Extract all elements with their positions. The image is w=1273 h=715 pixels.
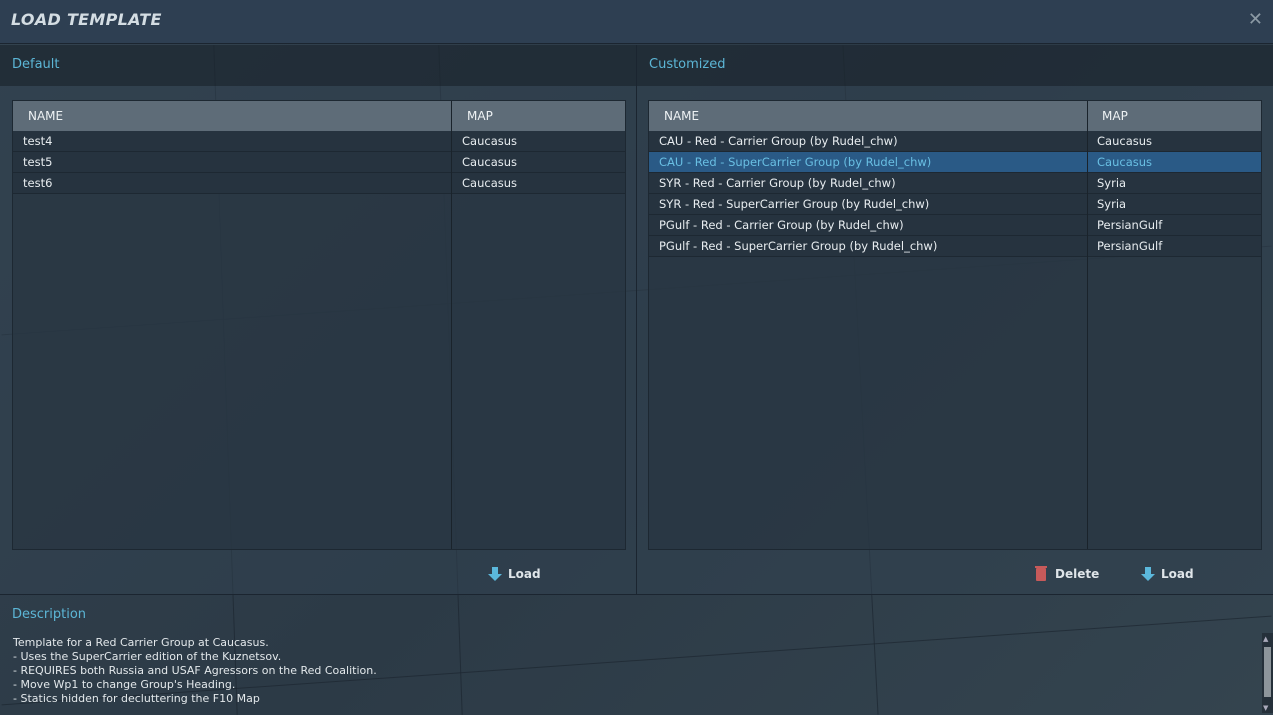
cell-name: CAU - Red - Carrier Group (by Rudel_chw) <box>659 134 898 148</box>
cell-map: Caucasus <box>462 134 518 148</box>
column-divider <box>451 101 452 549</box>
load-label: Load <box>1161 567 1194 581</box>
cell-map: PersianGulf <box>1097 239 1163 253</box>
description-header: Description <box>0 594 1273 634</box>
delete-label: Delete <box>1055 567 1100 581</box>
default-table: NAME MAP test4 Caucasus test5 Caucasus test6… <box>12 100 626 550</box>
customized-load-button[interactable]: Load <box>1141 565 1194 583</box>
cell-name: PGulf - Red - Carrier Group (by Rudel_ch… <box>659 218 904 232</box>
table-row[interactable]: PGulf - Red - SuperCarrier Group (by Rud… <box>649 236 1261 257</box>
close-icon[interactable]: ✕ <box>1248 9 1263 30</box>
description-label: Description <box>12 607 87 622</box>
default-load-button[interactable]: Load <box>488 565 541 583</box>
cell-map: Syria <box>1097 197 1127 211</box>
description-text: Template for a Red Carrier Group at Cauc… <box>13 636 377 705</box>
default-section-header: Default <box>0 45 636 86</box>
cell-name: test4 <box>23 134 53 148</box>
customized-label: Customized <box>649 57 726 72</box>
divider <box>636 45 637 594</box>
column-header-name[interactable]: NAME <box>664 109 699 123</box>
delete-button[interactable]: Delete <box>1035 565 1100 583</box>
scroll-up-icon[interactable]: ▲ <box>1263 635 1268 643</box>
cell-map: PersianGulf <box>1097 218 1163 232</box>
cell-name: CAU - Red - SuperCarrier Group (by Rudel… <box>659 155 932 169</box>
cell-name: test5 <box>23 155 53 169</box>
scroll-down-icon[interactable]: ▼ <box>1263 704 1268 712</box>
cell-name: test6 <box>23 176 53 190</box>
cell-map: Caucasus <box>462 176 518 190</box>
load-label: Load <box>508 567 541 581</box>
table-row[interactable]: PGulf - Red - Carrier Group (by Rudel_ch… <box>649 215 1261 236</box>
cell-map: Syria <box>1097 176 1127 190</box>
title-bar: LOAD TEMPLATE ✕ <box>0 0 1273 44</box>
download-arrow-icon <box>1141 567 1155 581</box>
description-scrollbar[interactable]: ▲ ▼ <box>1262 633 1273 713</box>
cell-map: Caucasus <box>462 155 518 169</box>
cell-map: Caucasus <box>1097 134 1153 148</box>
table-row[interactable]: SYR - Red - Carrier Group (by Rudel_chw)… <box>649 173 1261 194</box>
cell-name: SYR - Red - Carrier Group (by Rudel_chw) <box>659 176 896 190</box>
scroll-thumb[interactable] <box>1264 647 1271 697</box>
table-row[interactable]: SYR - Red - SuperCarrier Group (by Rudel… <box>649 194 1261 215</box>
trash-icon <box>1035 565 1047 581</box>
table-row[interactable]: CAU - Red - SuperCarrier Group (by Rudel… <box>649 152 1261 173</box>
table-row[interactable]: test4 Caucasus <box>13 131 625 152</box>
table-row[interactable]: test6 Caucasus <box>13 173 625 194</box>
table-header: NAME MAP <box>13 101 625 131</box>
column-divider <box>1087 101 1088 549</box>
cell-map: Caucasus <box>1097 155 1153 169</box>
cell-name: PGulf - Red - SuperCarrier Group (by Rud… <box>659 239 938 253</box>
download-arrow-icon <box>488 567 502 581</box>
table-row[interactable]: CAU - Red - Carrier Group (by Rudel_chw)… <box>649 131 1261 152</box>
default-label: Default <box>12 57 60 72</box>
customized-section-header: Customized <box>637 45 1273 86</box>
window-title: LOAD TEMPLATE <box>11 10 162 29</box>
customized-table: NAME MAP CAU - Red - Carrier Group (by R… <box>648 100 1262 550</box>
table-header: NAME MAP <box>649 101 1261 131</box>
column-header-map[interactable]: MAP <box>467 109 493 123</box>
column-header-name[interactable]: NAME <box>28 109 63 123</box>
cell-name: SYR - Red - SuperCarrier Group (by Rudel… <box>659 197 930 211</box>
column-header-map[interactable]: MAP <box>1102 109 1128 123</box>
table-row[interactable]: test5 Caucasus <box>13 152 625 173</box>
